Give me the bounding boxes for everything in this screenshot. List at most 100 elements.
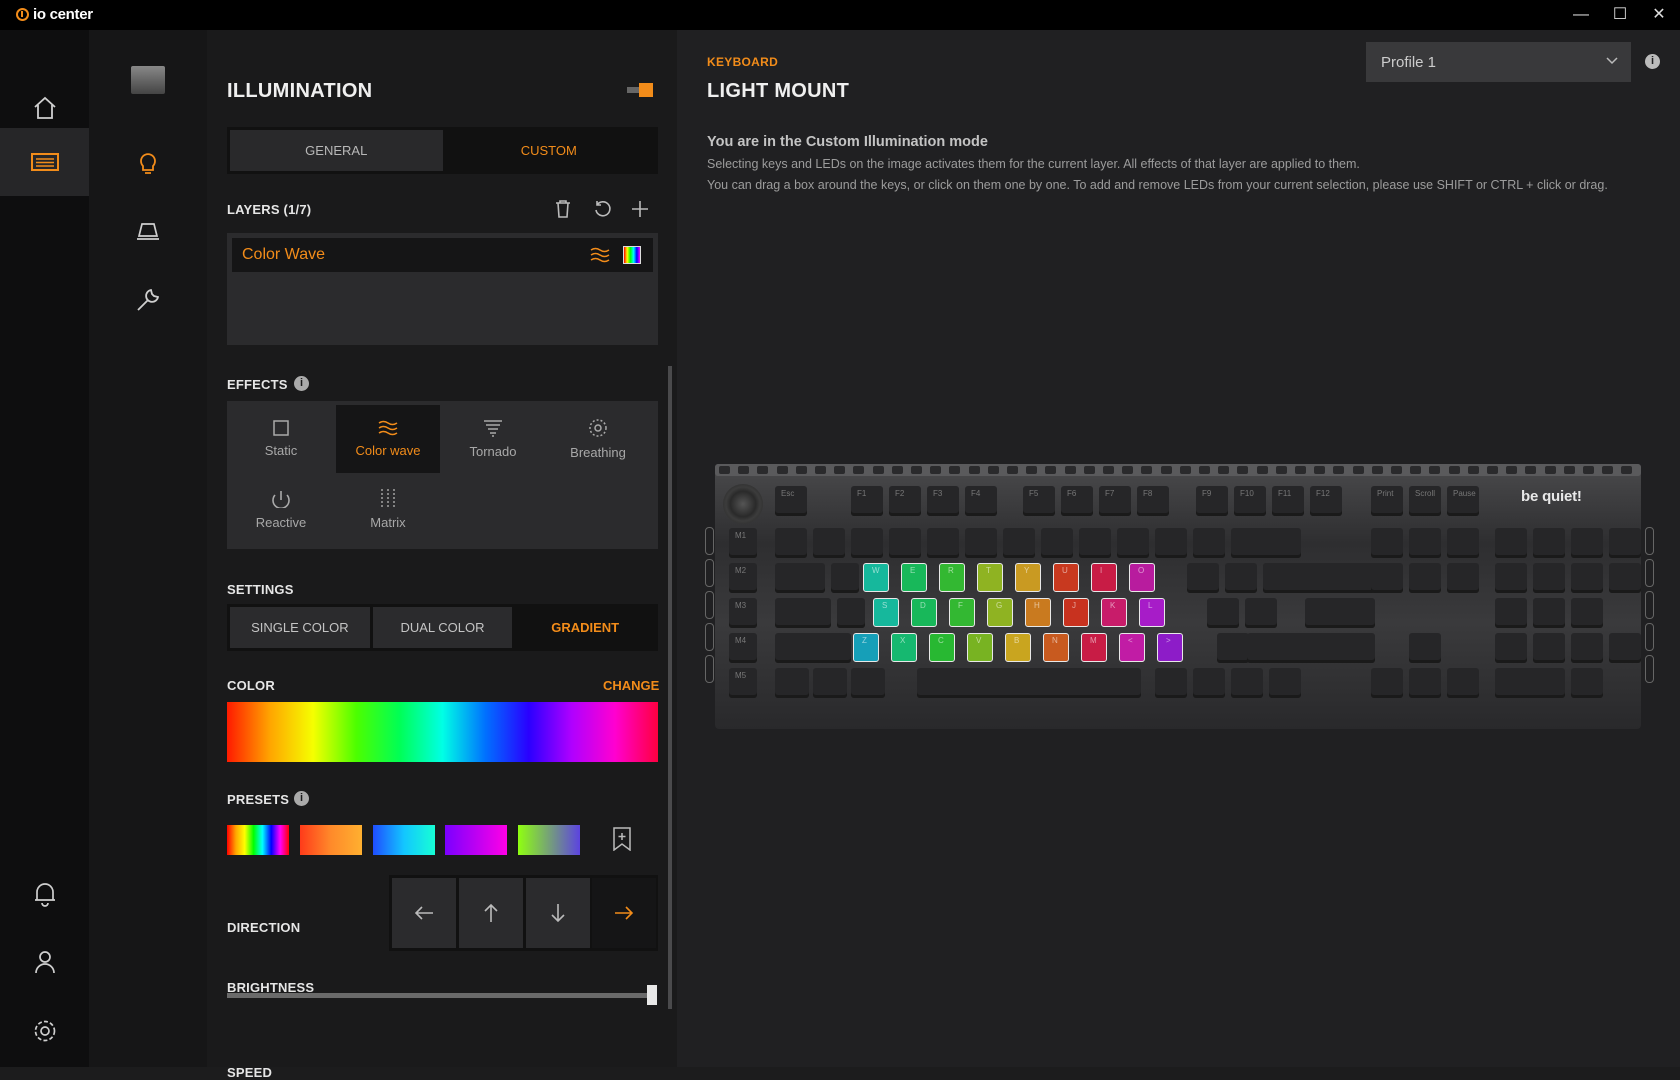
keyboard-key[interactable]: F1: [851, 486, 883, 516]
tab-general[interactable]: GENERAL: [230, 130, 443, 171]
side-led[interactable]: [705, 655, 714, 683]
led-segment[interactable]: [1237, 466, 1249, 474]
keyboard-key[interactable]: [1533, 598, 1565, 628]
layer-item[interactable]: Color Wave: [232, 238, 653, 272]
keyboard-key[interactable]: [831, 563, 859, 593]
option-single-color[interactable]: SINGLE COLOR: [230, 607, 370, 648]
maximize-button[interactable]: ☐: [1610, 5, 1630, 25]
option-gradient[interactable]: GRADIENT: [515, 607, 656, 648]
keyboard-key[interactable]: [851, 668, 885, 698]
keyboard-key[interactable]: [1447, 668, 1479, 698]
brightness-slider-track[interactable]: [227, 993, 652, 998]
sub-nav-tools[interactable]: [89, 275, 207, 325]
preset-swatch[interactable]: [227, 825, 289, 855]
keyboard-key[interactable]: [775, 668, 809, 698]
keyboard-key[interactable]: [1371, 528, 1403, 558]
keyboard-key[interactable]: F6: [1061, 486, 1093, 516]
keyboard-key[interactable]: F4: [965, 486, 997, 516]
keyboard-image[interactable]: be quiet! Esc F1 F2 F3 F4 F5 F6 F7 F8 F9 F10 F11 F12…: [705, 464, 1654, 729]
effect-color-wave[interactable]: Color wave: [336, 405, 440, 473]
direction-up[interactable]: [459, 878, 523, 948]
led-segment[interactable]: [1563, 466, 1575, 474]
direction-down[interactable]: [526, 878, 590, 948]
keyboard-key[interactable]: [851, 528, 883, 558]
led-segment[interactable]: [1467, 466, 1479, 474]
led-segment[interactable]: [1410, 466, 1422, 474]
lit-key[interactable]: D: [911, 598, 937, 627]
keyboard-key[interactable]: [1533, 528, 1565, 558]
keyboard-key[interactable]: [775, 528, 807, 558]
side-led[interactable]: [705, 559, 714, 587]
lit-key[interactable]: I: [1091, 563, 1117, 592]
lit-key[interactable]: Y: [1015, 563, 1041, 592]
keyboard-key[interactable]: [1571, 598, 1603, 628]
lit-key[interactable]: J: [1063, 598, 1089, 627]
led-segment[interactable]: [1525, 466, 1537, 474]
keyboard-key[interactable]: Esc: [775, 486, 807, 516]
brightness-slider-handle[interactable]: [647, 985, 657, 1005]
keyboard-key[interactable]: [1571, 563, 1603, 593]
keyboard-key[interactable]: [1495, 633, 1527, 663]
led-segment[interactable]: [1064, 466, 1076, 474]
nav-keyboard[interactable]: [0, 128, 89, 196]
keyboard-key[interactable]: [1495, 668, 1565, 698]
lit-key[interactable]: R: [939, 563, 965, 592]
lit-key[interactable]: B: [1005, 633, 1031, 662]
lit-key[interactable]: W: [863, 563, 889, 592]
led-segment[interactable]: [891, 466, 903, 474]
keyboard-key[interactable]: F8: [1137, 486, 1169, 516]
keyboard-key[interactable]: [775, 563, 825, 593]
side-led[interactable]: [1645, 591, 1654, 619]
keyboard-key[interactable]: [1117, 528, 1149, 558]
change-color-link[interactable]: CHANGE: [603, 678, 659, 693]
led-segment[interactable]: [1256, 466, 1268, 474]
keyboard-key[interactable]: [889, 528, 921, 558]
keyboard-key[interactable]: [917, 668, 1141, 698]
lit-key[interactable]: H: [1025, 598, 1051, 627]
lit-key[interactable]: N: [1043, 633, 1069, 662]
led-segment[interactable]: [968, 466, 980, 474]
keyboard-key[interactable]: M4: [729, 633, 757, 663]
led-segment[interactable]: [1391, 466, 1402, 474]
led-segment[interactable]: [795, 466, 807, 474]
keyboard-key[interactable]: [1571, 633, 1603, 663]
minimize-button[interactable]: —: [1571, 5, 1591, 25]
keyboard-key[interactable]: [1155, 528, 1187, 558]
led-segment[interactable]: [1333, 466, 1345, 474]
led-segment[interactable]: [757, 466, 769, 474]
keyboard-key[interactable]: Scroll: [1409, 486, 1441, 516]
led-segment[interactable]: [987, 466, 999, 474]
keyboard-key[interactable]: Print: [1371, 486, 1403, 516]
keyboard-key[interactable]: F11: [1272, 486, 1304, 516]
led-segment[interactable]: [1352, 466, 1364, 474]
keyboard-key[interactable]: M3: [729, 598, 757, 628]
lit-key[interactable]: O: [1129, 563, 1155, 592]
keyboard-key[interactable]: F5: [1023, 486, 1055, 516]
preset-swatch[interactable]: [445, 825, 507, 855]
keyboard-key[interactable]: F3: [927, 486, 959, 516]
preset-swatch[interactable]: [300, 825, 362, 855]
lit-key[interactable]: G: [987, 598, 1013, 627]
keyboard-key[interactable]: [1609, 528, 1641, 558]
keyboard-key[interactable]: [1533, 563, 1565, 593]
keyboard-key[interactable]: M5: [729, 668, 757, 698]
keyboard-key[interactable]: [1409, 528, 1441, 558]
keyboard-key[interactable]: M2: [729, 563, 757, 593]
keyboard-key[interactable]: [1571, 668, 1603, 698]
keyboard-key[interactable]: [813, 528, 845, 558]
keyboard-key[interactable]: [1155, 668, 1187, 698]
led-segment[interactable]: [1026, 466, 1038, 474]
keyboard-key[interactable]: [813, 668, 847, 698]
keyboard-key[interactable]: [1247, 633, 1375, 663]
keyboard-key[interactable]: [1409, 563, 1441, 593]
led-segment[interactable]: [1179, 466, 1191, 474]
preset-swatch[interactable]: [373, 825, 435, 855]
effect-matrix[interactable]: Matrix: [336, 475, 440, 543]
keyboard-key[interactable]: [1193, 528, 1225, 558]
keyboard-key[interactable]: [1231, 668, 1263, 698]
add-layer-icon[interactable]: [631, 200, 649, 218]
keyboard-key[interactable]: [1371, 668, 1403, 698]
direction-left[interactable]: [392, 878, 456, 948]
info-icon[interactable]: i: [294, 791, 309, 806]
lit-key[interactable]: T: [977, 563, 1003, 592]
